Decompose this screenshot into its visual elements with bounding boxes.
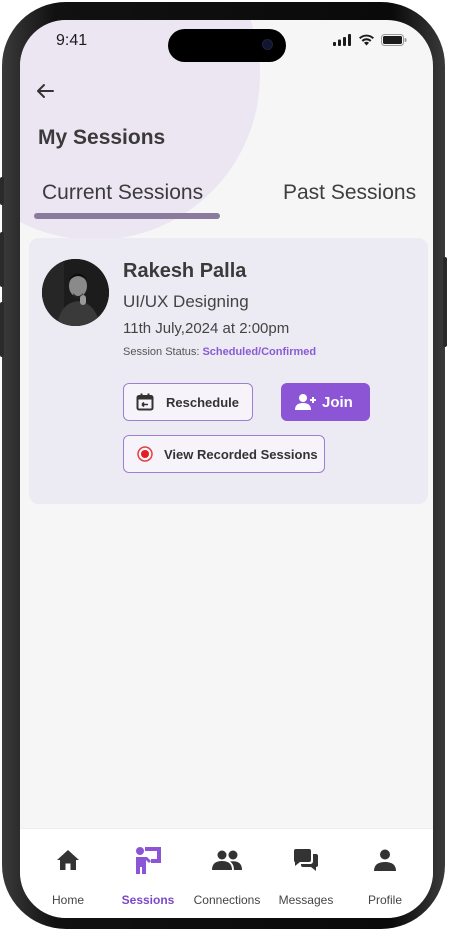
- volume-down-button: [0, 302, 4, 357]
- session-topic: UI/UX Designing: [123, 292, 249, 311]
- session-status: Session Status: Scheduled/Confirmed: [123, 346, 316, 358]
- nav-home-label: Home: [51, 893, 84, 907]
- nav-messages[interactable]: Messages: [265, 829, 347, 918]
- session-card: Rakesh Palla UI/UX Designing 11th July,2…: [29, 238, 428, 504]
- active-tab-indicator: [34, 213, 220, 219]
- power-button: [443, 257, 447, 347]
- join-button[interactable]: Join: [281, 383, 370, 421]
- screen: 9:41 My Sessions Current Sessions Past S…: [20, 20, 433, 918]
- tab-current-sessions[interactable]: Current Sessions: [42, 181, 203, 205]
- nav-messages-label: Messages: [278, 893, 334, 907]
- nav-profile[interactable]: Profile: [344, 829, 426, 918]
- nav-connections-label: Connections: [193, 893, 261, 907]
- status-icons: [333, 34, 407, 46]
- view-recorded-label: View Recorded Sessions: [164, 446, 318, 462]
- nav-home[interactable]: Home: [27, 829, 109, 918]
- session-status-value: Scheduled/Confirmed: [202, 346, 317, 358]
- calendar-icon: [136, 393, 154, 411]
- person-icon: [374, 849, 396, 871]
- action-button: [0, 177, 4, 205]
- phone-frame: 9:41 My Sessions Current Sessions Past S…: [0, 2, 447, 929]
- mentor-name: Rakesh Palla: [123, 260, 247, 282]
- session-status-label: Session Status:: [123, 346, 200, 358]
- nav-connections[interactable]: Connections: [186, 829, 268, 918]
- reschedule-label: Reschedule: [166, 394, 239, 410]
- tab-past-sessions[interactable]: Past Sessions: [283, 181, 416, 205]
- nav-profile-label: Profile: [367, 893, 402, 907]
- add-person-icon: [295, 394, 316, 410]
- presenter-icon: [136, 847, 161, 874]
- status-time: 9:41: [56, 32, 88, 49]
- dynamic-island: [168, 29, 286, 62]
- home-icon: [57, 850, 79, 870]
- chat-bubbles-icon: [294, 849, 318, 871]
- nav-sessions-label: Sessions: [121, 893, 175, 907]
- camera-lens: [263, 40, 272, 49]
- volume-up-button: [0, 232, 4, 287]
- record-icon: [137, 446, 153, 462]
- view-recorded-sessions-button[interactable]: View Recorded Sessions: [123, 435, 325, 473]
- back-arrow-icon[interactable]: [34, 80, 56, 102]
- wifi-icon: [359, 34, 374, 46]
- nav-sessions[interactable]: Sessions: [107, 829, 189, 918]
- avatar: [42, 259, 109, 326]
- reschedule-button[interactable]: Reschedule: [123, 383, 253, 421]
- people-icon: [212, 850, 242, 870]
- battery-icon: [381, 34, 407, 46]
- join-label: Join: [322, 393, 353, 411]
- session-datetime: 11th July,2024 at 2:00pm: [123, 320, 290, 337]
- page-title: My Sessions: [38, 126, 166, 149]
- signal-icon: [333, 34, 351, 46]
- bottom-nav: Home Sessions Connections Messages Profi…: [20, 828, 433, 918]
